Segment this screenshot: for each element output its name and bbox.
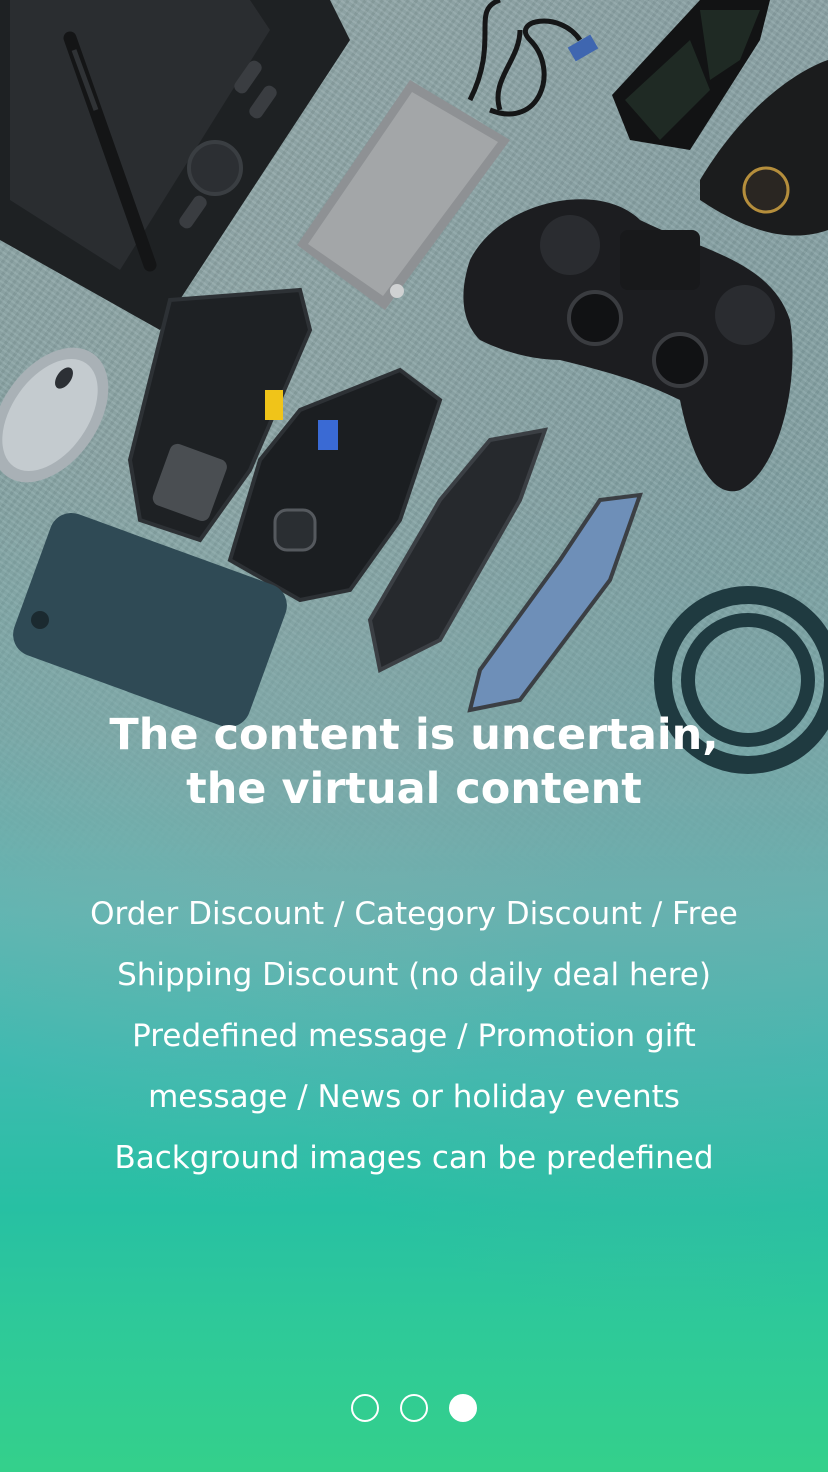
page-dot-2[interactable] bbox=[400, 1394, 428, 1422]
description-line: Order Discount / Category Discount / Fre… bbox=[90, 896, 738, 932]
drawing-tablet-image bbox=[0, 0, 350, 330]
usb-plug-image bbox=[567, 34, 599, 62]
usb-cable-image bbox=[467, 0, 583, 117]
onboarding-screen: The content is uncertain, the virtual co… bbox=[0, 0, 828, 1472]
description-line: Background images can be predefined bbox=[114, 1140, 714, 1176]
description-line: Shipping Discount (no daily deal here) bbox=[117, 957, 711, 993]
page-dot-3-active[interactable] bbox=[449, 1394, 477, 1422]
mouse-image bbox=[0, 347, 109, 483]
page-dot-1[interactable] bbox=[351, 1394, 379, 1422]
description-line: message / News or holiday events bbox=[148, 1079, 680, 1115]
title-line-2: the virtual content bbox=[186, 764, 642, 814]
onboarding-title: The content is uncertain, the virtual co… bbox=[0, 708, 828, 816]
title-line-1: The content is uncertain, bbox=[109, 710, 719, 760]
page-indicator bbox=[0, 1394, 828, 1424]
onboarding-description: Order Discount / Category Discount / Fre… bbox=[90, 884, 738, 1189]
description-line: Predefined message / Promotion gift bbox=[132, 1018, 696, 1054]
